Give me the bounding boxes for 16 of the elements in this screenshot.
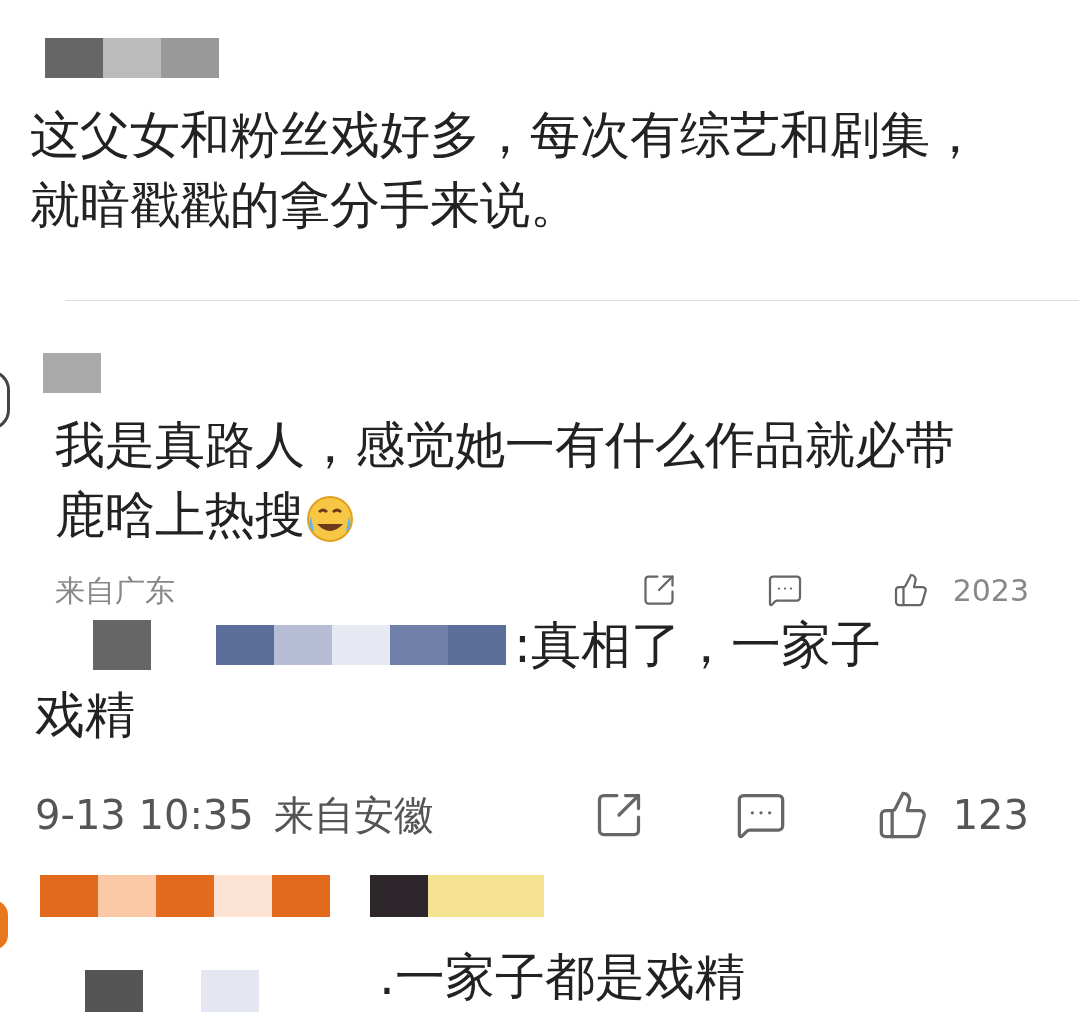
comment-time: 9-13 10:35: [35, 791, 254, 840]
comment-icon[interactable]: [766, 572, 803, 608]
like-count: 123: [952, 791, 1029, 840]
blurred-name: [201, 970, 259, 1012]
blurred-name: [43, 353, 101, 393]
blurred-name: [93, 620, 151, 670]
blurred-name: [85, 970, 143, 1012]
comment-text: .一家子都是戏精: [379, 947, 745, 1008]
like-icon[interactable]: [892, 572, 929, 608]
comment-location: 来自广东: [55, 571, 175, 610]
comment-location: 来自安徽: [273, 791, 434, 840]
comment-text: :真相了，一家子: [514, 615, 881, 676]
like-count: 2023: [952, 571, 1029, 610]
comment-text: 我是真路人，感觉她一有什么作品就必带鹿晗上热搜: [55, 415, 956, 546]
comment-text: 这父女和粉丝戏好多，每次有综艺和剧集，就暗戳戳的拿分手来说。: [29, 105, 981, 236]
comment-text: 戏精: [35, 685, 135, 746]
